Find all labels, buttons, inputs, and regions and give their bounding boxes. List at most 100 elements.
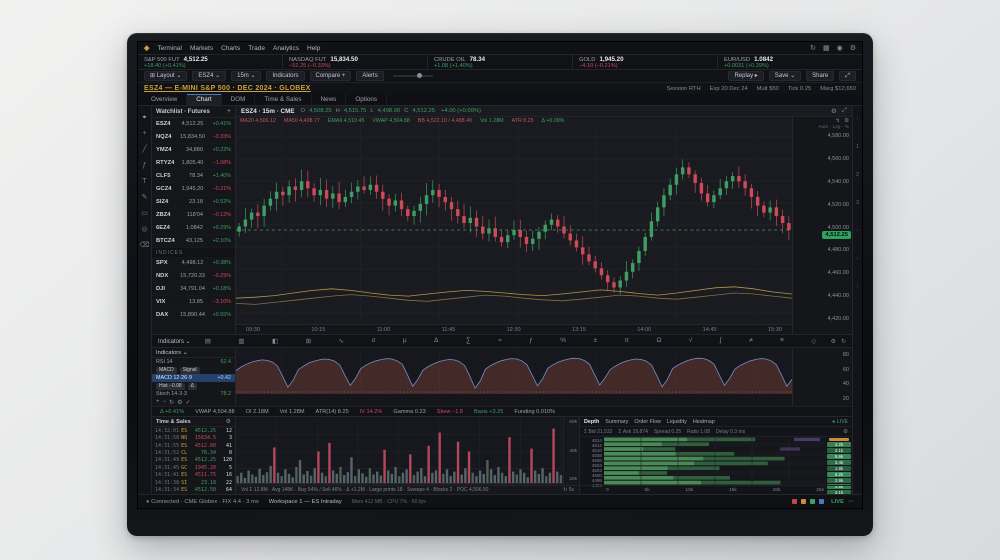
grid-icon[interactable]: ⊞: [306, 337, 311, 345]
tape-row[interactable]: 14:31:41ES4511.7516: [152, 472, 235, 479]
plusminus-icon[interactable]: ±: [593, 337, 597, 345]
rail-marker[interactable]: ◦: [857, 256, 859, 262]
indicator-action-icon[interactable]: ✓: [185, 399, 190, 406]
menu-item-terminal[interactable]: Terminal: [157, 45, 182, 52]
settings-icon[interactable]: ⚙: [850, 44, 856, 52]
fib-tool-icon[interactable]: ƒ: [143, 162, 147, 169]
indicator-action-icon[interactable]: ⚙: [177, 399, 182, 406]
tape-row[interactable]: 14:31:45GC1945.205: [152, 464, 235, 471]
ladder-cell[interactable]: 6.2k: [827, 472, 851, 477]
status-more-icon[interactable]: ⋯: [848, 498, 854, 505]
cursor-tool-icon[interactable]: ⌖: [143, 114, 147, 121]
noteq-icon[interactable]: ≠: [749, 337, 753, 345]
strip-action-icon[interactable]: ⚙: [831, 338, 836, 345]
depth-tab-liquidity[interactable]: Liquidity: [667, 419, 687, 425]
toolbar-button-esz4[interactable]: ESZ4 ⌄: [192, 71, 226, 81]
tape-row[interactable]: 14:31:58NQ15834.53: [152, 434, 235, 441]
indicator-chip[interactable]: Hist −0.08: [156, 383, 185, 390]
chart-tool-icon[interactable]: ⤢: [842, 107, 847, 115]
indicator-strip-label[interactable]: Indicators ⌄: [158, 338, 191, 345]
ladder-cell[interactable]: 1.8k: [827, 466, 851, 471]
bollinger-icon[interactable]: ◧: [272, 337, 278, 345]
watchlist-row-nqz4[interactable]: NQZ415,834.50−0.33%: [152, 131, 235, 144]
rail-marker[interactable]: 2: [856, 172, 859, 178]
watchlist-row-dax[interactable]: DAX15,890.44+0.55%: [152, 309, 235, 322]
watchlist-row-gcz4[interactable]: GCZ41,945.20−0.21%: [152, 183, 235, 196]
watchlist-row-spx[interactable]: SPX4,498.12+0.38%: [152, 257, 235, 270]
watchlist-row-dji[interactable]: DJI34,791.04+0.18%: [152, 283, 235, 296]
watchlist-row-clf5[interactable]: CLF578.34+1.40%: [152, 170, 235, 183]
watchlist-add-button[interactable]: +: [227, 108, 231, 115]
ladder-cell[interactable]: 5.6k: [827, 454, 851, 459]
rail-marker[interactable]: 1: [856, 144, 859, 150]
depth-settings-icon[interactable]: ⚙: [843, 429, 848, 435]
menu-item-markets[interactable]: Markets: [190, 45, 213, 52]
sum-icon[interactable]: ∑: [466, 337, 471, 345]
ema-icon[interactable]: ▥: [238, 337, 244, 345]
menu-item-trade[interactable]: Trade: [248, 45, 265, 52]
price-axis-tool-icon[interactable]: ↯: [835, 118, 840, 125]
menu-item-analytics[interactable]: Analytics: [273, 45, 299, 52]
notifications-icon[interactable]: ◉: [837, 44, 843, 52]
oscillator-chart[interactable]: [236, 348, 792, 406]
indicator-panel-header[interactable]: Indicators ⌄: [152, 348, 235, 358]
tab-overview[interactable]: Overview: [142, 94, 187, 105]
integral-icon[interactable]: ∫: [720, 337, 722, 345]
ticker-quote-crude-oil[interactable]: CRUDE OIL78.34+1.08 (+1.40%): [428, 55, 573, 69]
depth-tab-depth[interactable]: Depth: [584, 419, 599, 425]
candlestick-chart[interactable]: [236, 117, 792, 324]
indicator-row-3[interactable]: Hist −0.08Δ: [152, 382, 235, 390]
watchlist-row-esz4[interactable]: ESZ44,512.25+0.41%: [152, 118, 235, 131]
indicator-row-5[interactable]: +−↻⚙✓: [152, 398, 235, 406]
wave-icon[interactable]: ∿: [339, 337, 344, 345]
ticker-quote-gold[interactable]: GOLD1,945.20−4.10 (−0.21%): [573, 55, 718, 69]
mu-icon[interactable]: μ: [403, 337, 407, 345]
indicator-row-4[interactable]: Stoch 14·3·378.2: [152, 390, 235, 398]
rail-marker[interactable]: ◦: [857, 228, 859, 234]
tab-chart[interactable]: Chart: [187, 94, 221, 105]
omega-icon[interactable]: Ω: [656, 337, 661, 345]
menu-item-help[interactable]: Help: [307, 45, 320, 52]
indicator-action-icon[interactable]: +: [156, 399, 160, 405]
rail-marker[interactable]: 3: [856, 200, 859, 206]
ladder-cell[interactable]: 4.2k: [827, 442, 851, 447]
volume-refresh[interactable]: ↻ 5s: [563, 487, 574, 493]
indicator-chip[interactable]: Δ: [188, 383, 197, 390]
percent-icon[interactable]: %: [560, 337, 566, 345]
equiv-icon[interactable]: ≡: [780, 337, 784, 345]
diamond-icon[interactable]: ◇: [811, 337, 816, 345]
right-scroll-rail[interactable]: ⋮ 1 2 3 ◦ ◦ ⋮: [852, 106, 862, 494]
sqrt-icon[interactable]: √: [689, 337, 693, 345]
tape-row[interactable]: 14:31:52CL78.348: [152, 449, 235, 456]
ladder-cell[interactable]: 2.1k: [827, 448, 851, 453]
indicator-action-icon[interactable]: −: [163, 399, 167, 405]
symbol-title[interactable]: ESZ4 — E-MINI S&P 500 · DEC 2024 · GLOBE…: [144, 85, 311, 92]
watchlist-row-ndx[interactable]: NDX15,720.33−0.29%: [152, 270, 235, 283]
brush-tool-icon[interactable]: ✎: [142, 194, 148, 201]
rail-marker[interactable]: ⋮: [855, 284, 861, 290]
watchlist-row-6ez4[interactable]: 6EZ41.0842+0.29%: [152, 222, 235, 235]
fib-icon[interactable]: ƒ: [529, 337, 533, 345]
tab-news[interactable]: News: [312, 94, 347, 105]
indicator-chip[interactable]: MACD: [156, 367, 177, 374]
eraser-tool-icon[interactable]: ⌫: [140, 242, 150, 249]
toolbar-button-indicators[interactable]: Indicators: [266, 71, 304, 81]
menu-item-charts[interactable]: Charts: [221, 45, 240, 52]
indicator-row-1[interactable]: MACDSignal: [152, 366, 235, 374]
ticker-quote-s-p-500-fut[interactable]: S&P 500 FUT4,512.25+18.40 (+0.41%): [138, 55, 283, 69]
toolbar-button-item[interactable]: ⤢: [839, 71, 856, 81]
layout-grid-icon[interactable]: ▦: [823, 44, 830, 52]
tape-row[interactable]: 14:31:38SI23.1822: [152, 479, 235, 486]
toolbar-button-replay[interactable]: Replay ▸: [728, 71, 763, 81]
workspace-label[interactable]: Workspace 1 — ES Intraday: [269, 499, 342, 505]
sigma-icon[interactable]: σ: [371, 337, 375, 345]
price-axis[interactable]: ↯⚙ Auto · Log · % 4,580.004,560.004,540.…: [792, 117, 852, 334]
toolbar-button-15m[interactable]: 15m ⌄: [231, 71, 261, 81]
tape-row[interactable]: 14:31:49ES4512.25120: [152, 457, 235, 464]
watchlist-row-rtyz4[interactable]: RTYZ41,805.40−1.08%: [152, 157, 235, 170]
delta-icon[interactable]: Δ: [434, 337, 438, 345]
indicator-action-icon[interactable]: ↻: [169, 399, 174, 406]
trendline-tool-icon[interactable]: ╱: [142, 146, 146, 153]
rail-marker[interactable]: ⋮: [855, 116, 861, 122]
tape-row[interactable]: 14:32:01ES4512.2512: [152, 427, 235, 434]
